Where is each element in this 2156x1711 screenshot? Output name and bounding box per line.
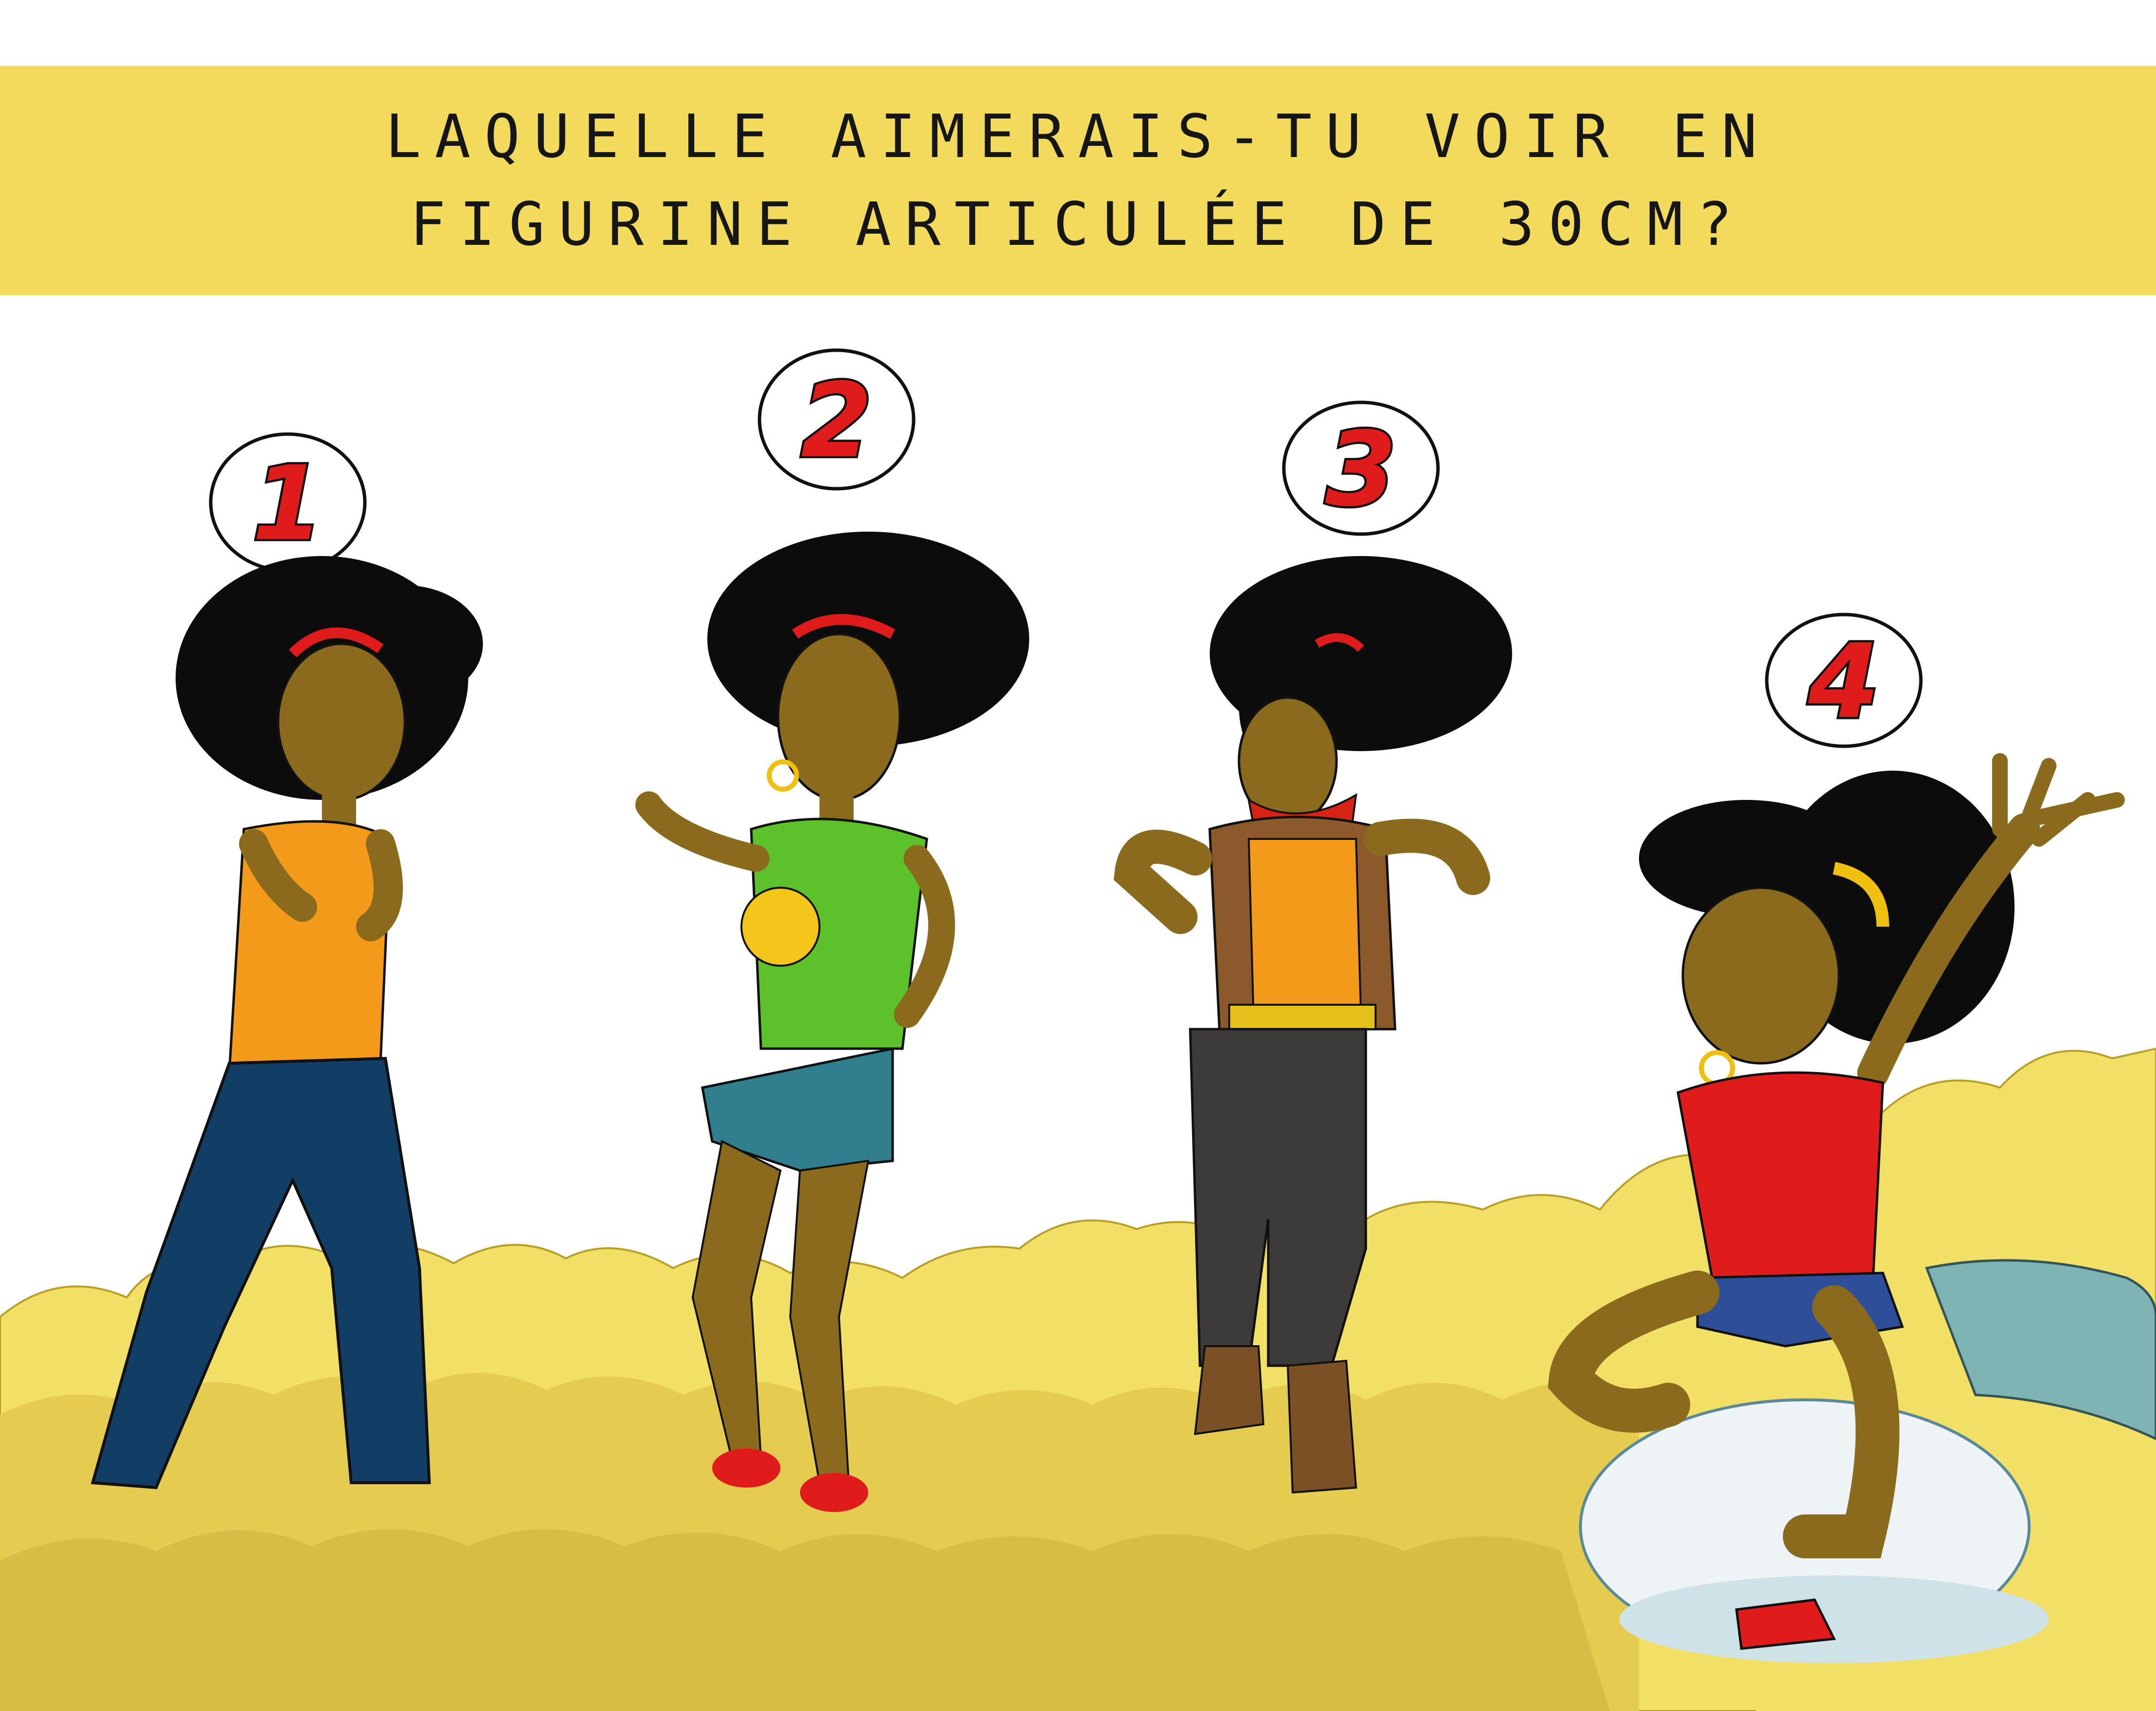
choice-4-badge[interactable]: 4 xyxy=(1765,613,1923,748)
choice-1-number: 1 xyxy=(252,444,323,563)
choice-3-number: 3 xyxy=(1325,410,1397,529)
choice-4-number: 4 xyxy=(1808,622,1879,741)
choice-1-badge[interactable]: 1 xyxy=(209,432,367,573)
choice-2-badge[interactable]: 2 xyxy=(758,348,916,491)
choice-3-badge[interactable]: 3 xyxy=(1282,400,1440,536)
illustration-scene: 1 2 3 4 xyxy=(0,348,2156,1711)
choice-2-number: 2 xyxy=(801,361,872,480)
